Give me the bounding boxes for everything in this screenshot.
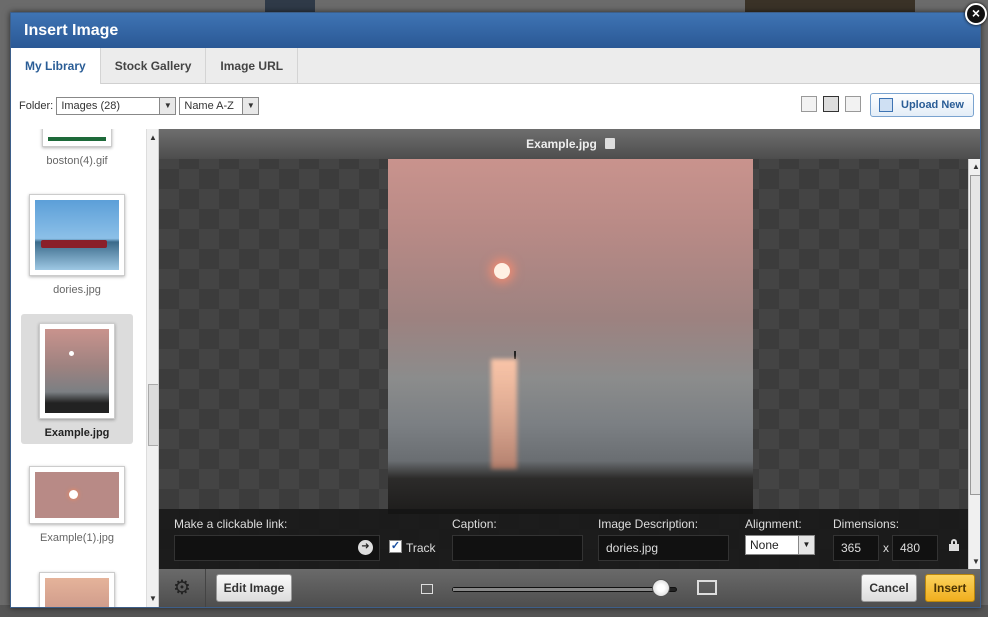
dialog-title: Insert Image: [11, 13, 980, 48]
sort-select-value: Name A-Z: [184, 100, 234, 112]
preview-scrollbar[interactable]: ▲ ▼: [968, 159, 980, 569]
gear-icon[interactable]: ⚙: [173, 578, 193, 598]
thumbnail-frame: [29, 194, 125, 276]
thumbnail-label: dories.jpg: [53, 284, 101, 296]
view-mode-group: [801, 96, 861, 112]
upload-new-button[interactable]: Upload New: [870, 93, 974, 117]
scroll-up-icon[interactable]: ▲: [972, 162, 980, 171]
thumbnail-item[interactable]: boston(4).gif: [21, 129, 133, 179]
sort-select[interactable]: Name A-Z ▼: [179, 97, 260, 115]
thumbnail-item[interactable]: Example(1).jpg: [21, 466, 133, 566]
thumbnail-image: [45, 578, 109, 607]
list-view-icon[interactable]: [823, 96, 839, 112]
library-toolbar: Folder: Images (28) ▼ Name A-Z ▼ Upload …: [11, 84, 980, 129]
caption-label: Caption:: [452, 517, 497, 531]
backdrop-strip: [745, 0, 915, 12]
thumbnail-item[interactable]: dories.jpg: [21, 194, 133, 304]
thumbnail-frame: [39, 323, 115, 419]
preview-header: Example.jpg: [159, 129, 980, 159]
lock-icon[interactable]: [949, 539, 959, 551]
thumbnail-frame: [29, 466, 125, 524]
edit-image-button[interactable]: Edit Image: [216, 574, 292, 602]
library-scrollbar[interactable]: ▲ ▼: [146, 129, 158, 607]
backdrop-strip: [265, 0, 315, 12]
chevron-down-icon: ▼: [242, 98, 259, 114]
sun-reflection: [491, 359, 517, 469]
zoom-slider[interactable]: [452, 587, 677, 592]
scroll-up-icon[interactable]: ▲: [149, 133, 157, 142]
width-input[interactable]: 365: [833, 535, 879, 561]
track-checkbox[interactable]: ✓: [389, 540, 402, 553]
thumbnail-image: [48, 129, 106, 141]
alignment-label: Alignment:: [745, 517, 802, 531]
tab-image-url[interactable]: Image URL: [206, 48, 299, 83]
height-input[interactable]: 480: [892, 535, 938, 561]
description-label: Image Description:: [598, 517, 699, 531]
image-preview-area: Example.jpg: [159, 129, 980, 569]
thumbnail-item[interactable]: [21, 572, 133, 607]
chevron-down-icon: ▼: [798, 536, 814, 554]
upload-new-label: Upload New: [901, 99, 964, 111]
grid-view-icon[interactable]: [801, 96, 817, 112]
alignment-select[interactable]: None ▼: [745, 535, 815, 555]
trash-icon[interactable]: [604, 138, 615, 149]
boat-shape: [514, 351, 516, 359]
thumbnail-image: [35, 200, 119, 270]
small-image-icon[interactable]: [421, 584, 433, 594]
thumbnail-label: boston(4).gif: [46, 155, 108, 167]
tab-stock-gallery[interactable]: Stock Gallery: [101, 48, 207, 83]
zoom-slider-fill: [453, 588, 661, 591]
folder-select[interactable]: Images (28) ▼: [56, 97, 177, 115]
sun-shape: [494, 263, 510, 279]
dimensions-label: Dimensions:: [833, 517, 900, 531]
scroll-down-icon[interactable]: ▼: [972, 557, 980, 566]
preview-file-name: Example.jpg: [526, 137, 597, 151]
settings-area: ⚙: [159, 569, 206, 607]
link-input[interactable]: [174, 535, 380, 561]
thumbnail-label: Example.jpg: [44, 427, 110, 439]
insert-image-dialog: Insert Image My Library Stock Gallery Im…: [10, 12, 981, 608]
image-library-list: boston(4).gif dories.jpg Example.jpg Exa…: [11, 129, 159, 607]
thumbnail-frame: [39, 572, 115, 607]
arrow-right-icon[interactable]: ➜: [358, 540, 373, 555]
alignment-value: None: [750, 538, 779, 552]
link-label: Make a clickable link:: [174, 517, 288, 531]
image-properties-panel: Make a clickable link: ➜ ✓ Track Caption…: [159, 509, 968, 569]
thumbnail-item[interactable]: Example.jpg: [21, 314, 133, 444]
scrollbar-thumb[interactable]: [148, 384, 158, 446]
detail-view-icon[interactable]: [845, 96, 861, 112]
thumbnail-image: [35, 472, 119, 518]
chevron-down-icon: ▼: [159, 98, 176, 114]
preview-image: [388, 159, 753, 514]
folder-label: Folder:: [19, 99, 54, 112]
scrollbar-thumb[interactable]: [970, 175, 980, 495]
upload-icon: [879, 98, 893, 112]
large-image-icon[interactable]: [697, 580, 717, 595]
thumbnail-label: Example(1).jpg: [40, 532, 114, 544]
tab-bar: My Library Stock Gallery Image URL: [11, 48, 980, 85]
cancel-button[interactable]: Cancel: [861, 574, 917, 602]
description-input[interactable]: dories.jpg: [598, 535, 729, 561]
insert-button[interactable]: Insert: [925, 574, 975, 602]
tab-my-library[interactable]: My Library: [11, 48, 101, 85]
dimension-separator: x: [883, 541, 889, 555]
thumbnail-frame: [42, 129, 112, 147]
folder-select-value: Images (28): [61, 100, 121, 112]
track-label: Track: [406, 541, 436, 555]
close-button[interactable]: ×: [965, 3, 987, 25]
scroll-down-icon[interactable]: ▼: [149, 594, 157, 603]
thumbnail-image: [45, 329, 109, 413]
caption-input[interactable]: [452, 535, 583, 561]
